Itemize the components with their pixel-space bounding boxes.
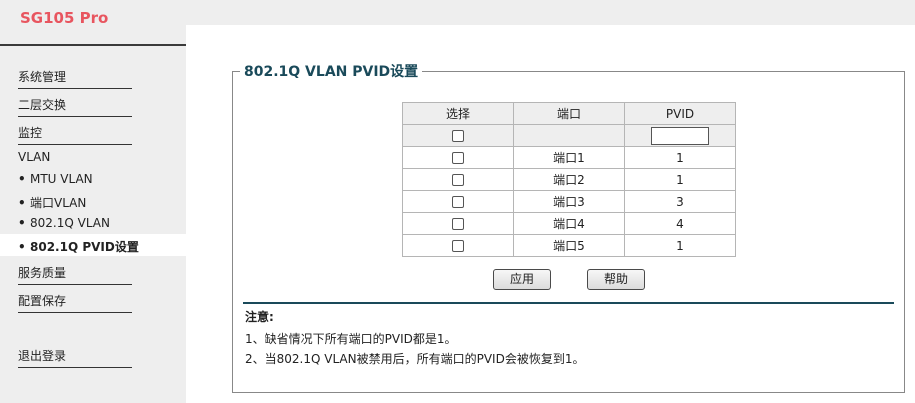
- bullet-icon: •: [18, 196, 26, 210]
- sidebar-item-qos[interactable]: 服务质量: [18, 264, 132, 285]
- select-cell: [402, 190, 514, 213]
- select-cell: [402, 234, 514, 257]
- sidebar-subitem-label-active: • 802.1Q PVID设置: [18, 238, 139, 255]
- select-cell: [402, 212, 514, 235]
- pvid-cell: 1: [624, 234, 736, 257]
- sidebar-subitem-8021q-vlan[interactable]: • 802.1Q VLAN: [18, 216, 110, 230]
- apply-button[interactable]: 应用: [493, 269, 551, 290]
- pvid-cell: 1: [624, 168, 736, 191]
- sidebar-subitem-label: 802.1Q PVID设置: [30, 240, 139, 254]
- port1-checkbox[interactable]: [452, 152, 464, 164]
- batch-pvid-input[interactable]: [651, 126, 709, 145]
- batch-row: [402, 124, 736, 147]
- sidebar-subitem-mtu-vlan[interactable]: • MTU VLAN: [18, 172, 93, 186]
- pvid-table: 选择 端口 PVID 端口1 1 端口2 1 端口3 3 端口4 4 端口5 1: [402, 102, 736, 257]
- port-cell: 端口4: [513, 212, 625, 235]
- help-button[interactable]: 帮助: [587, 269, 645, 290]
- sidebar-subitem-label: 802.1Q VLAN: [30, 216, 110, 230]
- port4-checkbox[interactable]: [452, 218, 464, 230]
- sidebar-item-monitoring[interactable]: 监控: [18, 124, 132, 145]
- port-cell: 端口5: [513, 234, 625, 257]
- page: SG105 Pro 系统管理 二层交换 监控 VLAN • MTU VLAN • 端…: [0, 0, 915, 403]
- column-header-pvid: PVID: [624, 102, 736, 125]
- select-cell: [402, 146, 514, 169]
- page-title: 802.1Q VLAN PVID设置: [240, 61, 423, 81]
- sidebar-item-save-config[interactable]: 配置保存: [18, 292, 132, 313]
- table-row: 端口1 1: [402, 146, 736, 169]
- top-bar: [0, 0, 915, 25]
- select-all-checkbox[interactable]: [452, 130, 464, 142]
- column-header-port: 端口: [513, 102, 625, 125]
- sidebar-subitem-port-vlan[interactable]: • 端口VLAN: [18, 194, 86, 211]
- sidebar-item-logout[interactable]: 退出登录: [18, 347, 132, 368]
- sidebar-subitem-8021q-pvid[interactable]: • 802.1Q PVID设置: [0, 234, 186, 256]
- sidebar-item-vlan[interactable]: VLAN: [18, 150, 132, 164]
- sidebar: 系统管理 二层交换 监控 VLAN • MTU VLAN • 端口VLAN • 802…: [0, 25, 186, 403]
- bullet-icon: •: [18, 216, 26, 230]
- table-row: 端口4 4: [402, 212, 736, 235]
- batch-port-cell: [513, 124, 625, 147]
- bullet-icon: •: [18, 172, 26, 186]
- sidebar-item-layer2-switching[interactable]: 二层交换: [18, 96, 132, 117]
- note-title: 注意:: [245, 310, 274, 324]
- pvid-cell: 4: [624, 212, 736, 235]
- sidebar-subitem-label: 端口VLAN: [30, 196, 87, 210]
- note-line-2: 2、当802.1Q VLAN被禁用后，所有端口的PVID会被恢复到1。: [245, 352, 585, 366]
- table-row: 端口5 1: [402, 234, 736, 257]
- note-line-1: 1、缺省情况下所有端口的PVID都是1。: [245, 332, 457, 346]
- column-header-select: 选择: [402, 102, 514, 125]
- select-cell: [402, 168, 514, 191]
- note-divider: [243, 302, 894, 304]
- port-cell: 端口1: [513, 146, 625, 169]
- sidebar-divider: [0, 44, 186, 46]
- port3-checkbox[interactable]: [452, 196, 464, 208]
- sidebar-item-system-management[interactable]: 系统管理: [18, 68, 132, 89]
- port-cell: 端口3: [513, 190, 625, 213]
- bullet-icon: •: [18, 240, 26, 254]
- pvid-cell: 1: [624, 146, 736, 169]
- batch-pvid-cell: [624, 124, 736, 147]
- table-header-row: 选择 端口 PVID: [402, 102, 736, 125]
- port5-checkbox[interactable]: [452, 240, 464, 252]
- sidebar-subitem-label: MTU VLAN: [30, 172, 93, 186]
- table-row: 端口3 3: [402, 190, 736, 213]
- port2-checkbox[interactable]: [452, 174, 464, 186]
- pvid-cell: 3: [624, 190, 736, 213]
- port-cell: 端口2: [513, 168, 625, 191]
- batch-select-cell: [402, 124, 514, 147]
- table-row: 端口2 1: [402, 168, 736, 191]
